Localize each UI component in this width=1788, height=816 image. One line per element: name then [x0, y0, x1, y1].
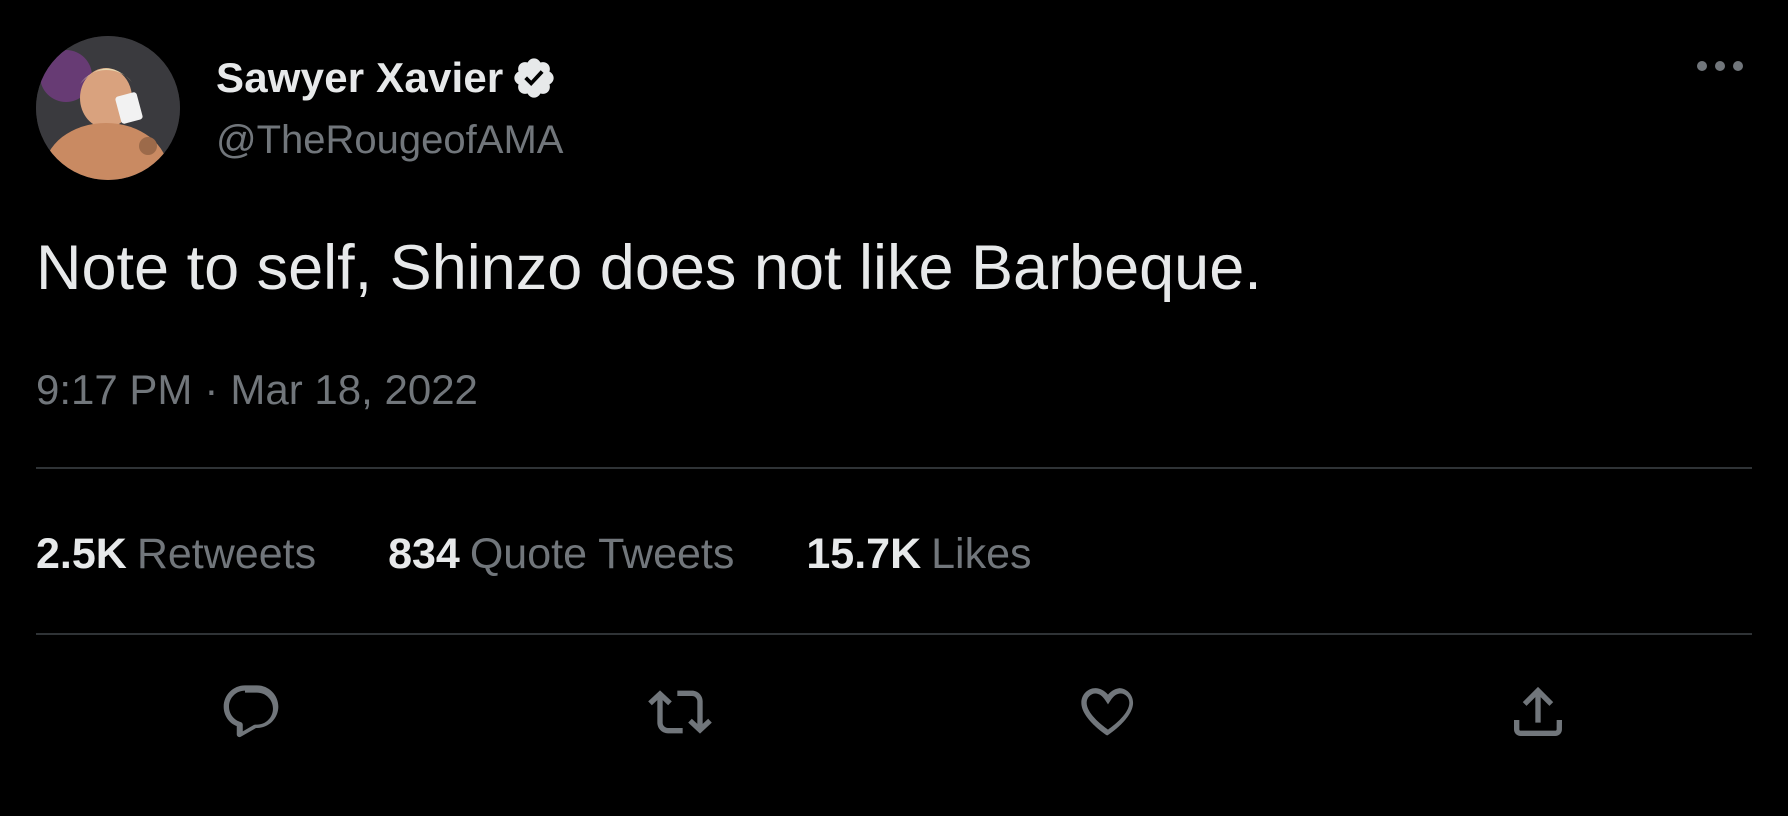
tweet-time[interactable]: 9:17 PM — [36, 366, 192, 413]
retweet-button[interactable] — [640, 672, 720, 752]
more-options-button[interactable] — [1690, 48, 1750, 84]
display-name[interactable]: Sawyer Xavier — [216, 54, 503, 102]
author-row: Sawyer Xavier — [216, 50, 557, 106]
likes-stat[interactable]: 15.7K Likes — [806, 530, 1031, 579]
quote-tweets-stat[interactable]: 834 Quote Tweets — [388, 530, 734, 579]
share-button[interactable] — [1498, 672, 1578, 752]
quote-tweets-count: 834 — [388, 530, 460, 578]
avatar-image — [36, 36, 180, 180]
tweet-detail: Sawyer Xavier @TheRougeofAMA Note to sel… — [0, 0, 1788, 816]
engagement-stats: 2.5K Retweets 834 Quote Tweets 15.7K Likes — [36, 530, 1104, 579]
retweets-label: Retweets — [136, 530, 317, 578]
more-dots-icon — [1697, 61, 1743, 71]
retweet-icon — [648, 690, 712, 734]
divider — [36, 467, 1752, 469]
reply-icon — [223, 685, 279, 738]
retweets-count: 2.5K — [36, 530, 127, 578]
verified-badge-icon — [511, 55, 557, 101]
quote-tweets-label: Quote Tweets — [469, 530, 735, 578]
tweet-date[interactable]: Mar 18, 2022 — [230, 366, 478, 413]
heart-icon — [1081, 688, 1134, 736]
action-bar — [0, 672, 1788, 752]
likes-label: Likes — [931, 530, 1032, 578]
divider — [36, 633, 1752, 635]
retweets-stat[interactable]: 2.5K Retweets — [36, 530, 316, 579]
reply-button[interactable] — [211, 672, 291, 752]
timestamp-separator: · — [204, 366, 219, 413]
like-button[interactable] — [1068, 672, 1148, 752]
author-handle[interactable]: @TheRougeofAMA — [216, 118, 563, 163]
likes-count: 15.7K — [806, 530, 922, 578]
share-icon — [1514, 686, 1562, 736]
timestamp-row: 9:17 PM · Mar 18, 2022 — [36, 366, 478, 414]
tweet-text: Note to self, Shinzo does not like Barbe… — [36, 233, 1262, 303]
avatar[interactable] — [36, 36, 180, 180]
